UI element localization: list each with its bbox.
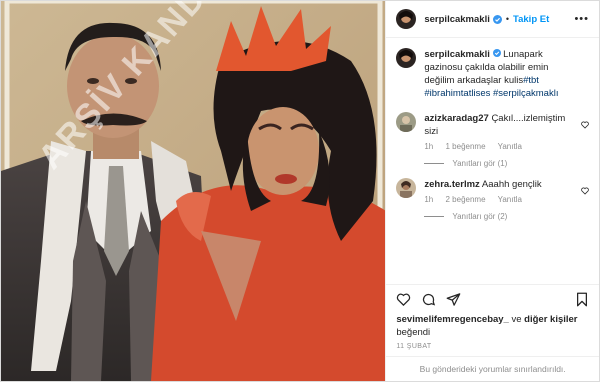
comment-likes[interactable]: 1 beğenme (446, 142, 486, 151)
comment-username[interactable]: zehra.terlmz (424, 179, 479, 190)
post-header: serpilcakmakli • Takip Et ••• (386, 1, 599, 38)
comment-like-heart-icon[interactable] (581, 116, 589, 129)
follow-button[interactable]: Takip Et (513, 14, 549, 25)
comment-item: zehra.terlmz Aaahh gençlik 1h 2 beğenme … (396, 178, 589, 204)
post-date[interactable]: 11 ŞUBAT (386, 339, 599, 356)
comment-item: azizkaradag27 Çakıl....izlemiştim sizi 1… (396, 112, 589, 151)
liked-suffix: beğendi (396, 327, 431, 338)
hashtag-ibrahimtatlises[interactable]: #ibrahimtatlises (424, 88, 490, 99)
comment-reply-button[interactable]: Yanıtla (498, 142, 522, 151)
commenter-avatar[interactable] (396, 112, 417, 132)
replies-label[interactable]: Yanıtları gör (2) (452, 212, 507, 221)
comment-meta: 1h 1 beğenme Yanıtla (424, 142, 589, 151)
replies-line (424, 163, 445, 164)
replies-label[interactable]: Yanıtları gör (1) (452, 159, 507, 168)
hashtag-tbt[interactable]: #tbt (523, 75, 539, 86)
caption-verified-icon (492, 49, 501, 60)
author-username[interactable]: serpilcakmakli (424, 14, 490, 25)
action-bar (386, 284, 599, 313)
verified-badge-icon (492, 14, 502, 24)
comment-time[interactable]: 1h (424, 142, 433, 151)
liked-others[interactable]: diğer kişiler (524, 314, 577, 325)
separator-dot: • (505, 14, 510, 24)
comment-reply-button[interactable]: Yanıtla (498, 195, 522, 204)
caption-avatar[interactable] (396, 48, 417, 68)
like-heart-icon[interactable] (396, 292, 411, 307)
hashtag-serpilcakmakli[interactable]: #serpilçakmaklı (493, 88, 558, 99)
vintage-photo (1, 1, 386, 381)
more-options-icon[interactable]: ••• (574, 13, 589, 25)
liked-by-user[interactable]: sevimelifemregencebay_ (396, 314, 508, 325)
caption-row: serpilcakmakli Lunapark gazinosu çakılda… (396, 48, 589, 100)
comment-time[interactable]: 1h (424, 195, 433, 204)
liked-by-text: sevimelifemregencebay_ ve diğer kişiler … (386, 313, 599, 339)
comment-likes[interactable]: 2 beğenme (446, 195, 486, 204)
comment-username[interactable]: azizkaradag27 (424, 113, 488, 124)
comment-like-heart-icon[interactable] (581, 182, 589, 195)
liked-and: ve (511, 314, 522, 325)
commenter-avatar[interactable] (396, 178, 417, 198)
comment-text: zehra.terlmz Aaahh gençlik (424, 178, 576, 191)
replies-line (424, 216, 445, 217)
author-avatar[interactable] (396, 9, 417, 29)
post-photo[interactable]: ARŞİV KANDEMİR (1, 1, 386, 381)
comment-text: azizkaradag27 Çakıl....izlemiştim sizi (424, 112, 576, 138)
comment-bubble-icon[interactable] (421, 292, 436, 307)
view-replies-button[interactable]: Yanıtları gör (1) (424, 159, 589, 168)
comment-body: Aaahh gençlik (481, 179, 542, 190)
post-sidebar: serpilcakmakli • Takip Et ••• serpilcakm… (385, 1, 599, 381)
instagram-post: ARŞİV KANDEMİR serpilcakmakli • Takip Et… (0, 0, 600, 382)
comments-section: serpilcakmakli Lunapark gazinosu çakılda… (386, 38, 599, 284)
caption-username[interactable]: serpilcakmakli (424, 49, 490, 60)
save-bookmark-icon[interactable] (575, 292, 589, 307)
comment-meta: 1h 2 beğenme Yanıtla (424, 195, 589, 204)
comments-closed-notice: Bu gönderideki yorumlar sınırlandırıldı. (386, 356, 599, 381)
caption-text: serpilcakmakli Lunapark gazinosu çakılda… (424, 48, 576, 100)
view-replies-button[interactable]: Yanıtları gör (2) (424, 212, 589, 221)
share-paper-plane-icon[interactable] (446, 292, 461, 307)
